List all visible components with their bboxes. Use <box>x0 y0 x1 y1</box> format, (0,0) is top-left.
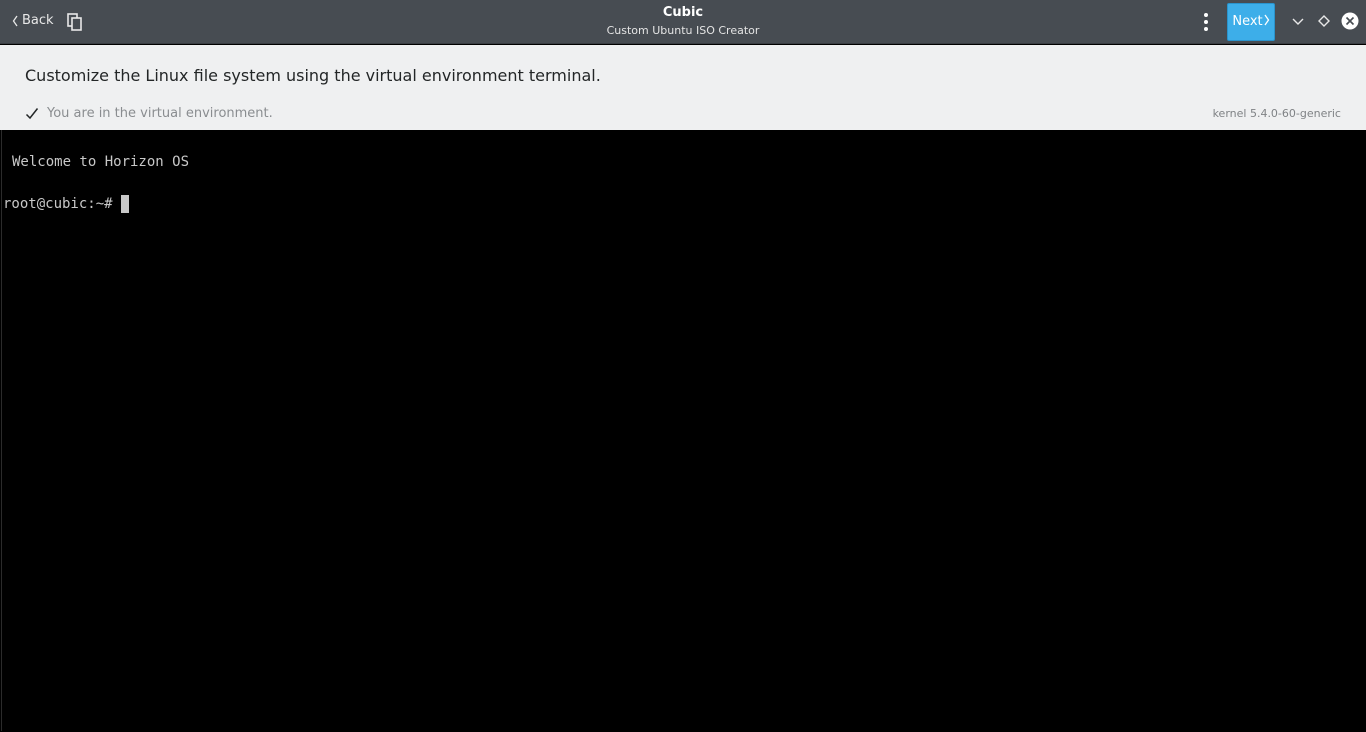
maximize-icon[interactable] <box>1315 12 1333 30</box>
terminal-prompt-line: root@cubic:~# <box>3 194 129 214</box>
chevron-left-icon <box>12 15 18 27</box>
window-title: Cubic <box>662 5 704 20</box>
checkmark-icon <box>25 108 39 120</box>
close-icon[interactable] <box>1341 12 1359 30</box>
next-button[interactable]: Next <box>1227 3 1275 41</box>
copy-icon[interactable] <box>66 12 84 32</box>
chevron-right-icon <box>1264 14 1269 26</box>
minimize-icon[interactable] <box>1289 12 1307 30</box>
terminal[interactable]: Welcome to Horizon OS root@cubic:~# <box>1 130 1365 731</box>
next-label: Next <box>1232 14 1263 29</box>
kebab-menu-icon[interactable] <box>1196 10 1216 34</box>
back-label: Back <box>22 13 54 28</box>
back-button[interactable]: Back <box>10 10 56 32</box>
page-header: Customize the Linux file system using th… <box>0 45 1366 130</box>
status-row: You are in the virtual environment. <box>25 105 273 123</box>
kernel-version: kernel 5.4.0-60-generic <box>1212 107 1341 120</box>
page-instruction: Customize the Linux file system using th… <box>25 66 601 85</box>
window-title-group: Cubic Custom Ubuntu ISO Creator <box>0 4 1366 39</box>
title-bar: Back Cubic Custom Ubuntu ISO Creator Nex… <box>0 0 1366 44</box>
terminal-cursor <box>120 195 129 213</box>
terminal-prompt: root@cubic:~# <box>3 196 113 212</box>
status-text: You are in the virtual environment. <box>47 106 273 121</box>
terminal-welcome-text: Welcome to Horizon OS <box>12 154 190 170</box>
window-subtitle: Custom Ubuntu ISO Creator <box>606 24 760 37</box>
